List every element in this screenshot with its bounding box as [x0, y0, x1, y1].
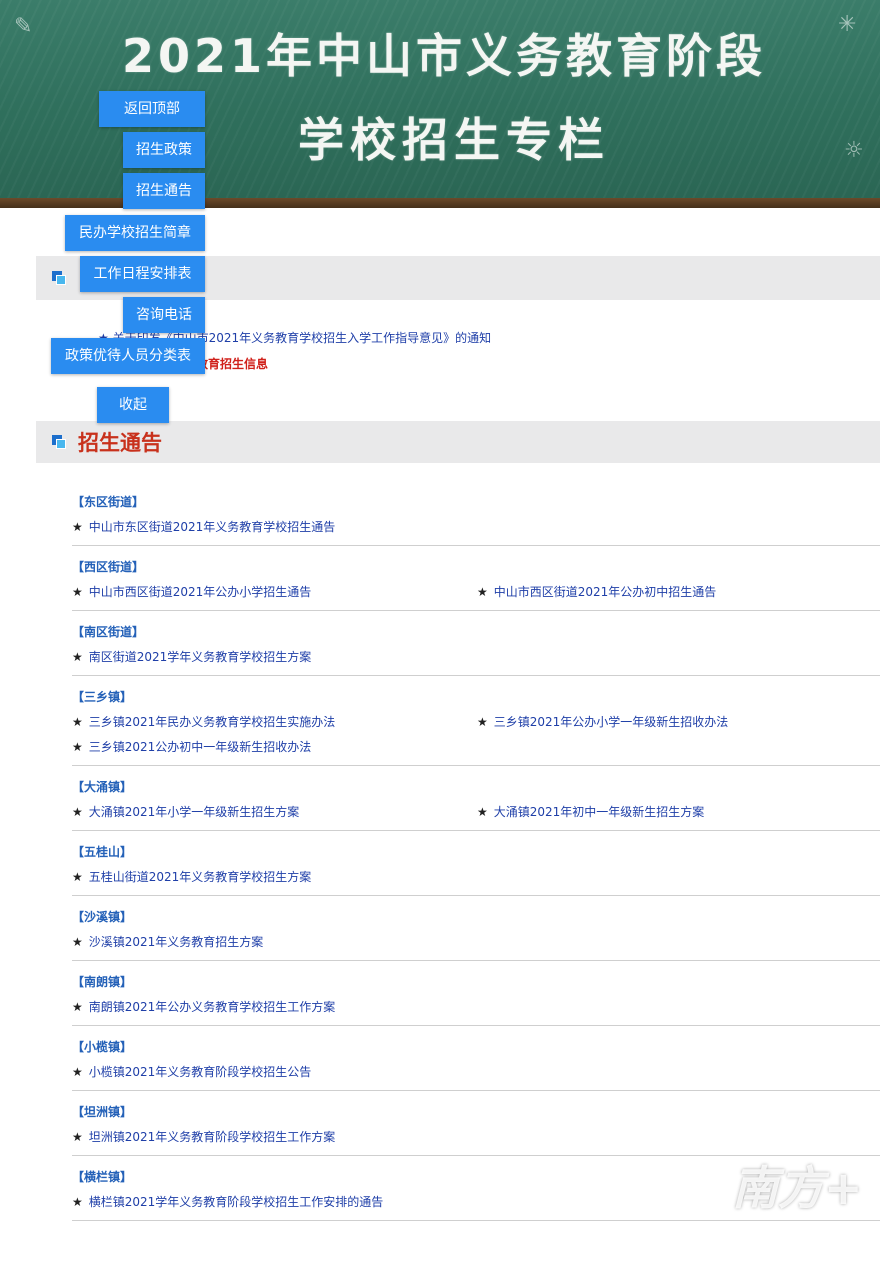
notice-group: 【坦洲镇】 ★ 坦洲镇2021年义务教育阶段学校招生工作方案 [72, 1103, 880, 1156]
notice-link[interactable]: ★ 三乡镇2021年民办义务教育学校招生实施办法 [72, 713, 335, 730]
notice-link[interactable]: ★ 三乡镇2021公办初中一年级新生招收办法 [72, 738, 311, 755]
nav-back-top-button[interactable]: 返回顶部 [99, 91, 205, 127]
star-icon: ★ [72, 520, 83, 534]
star-icon: ★ [477, 585, 488, 599]
star-icon: ★ [72, 650, 83, 664]
nav-private-school-button[interactable]: 民办学校招生简章 [65, 215, 205, 251]
policy-link-highlight[interactable]: 教育招生信息 [196, 355, 268, 372]
notice-link[interactable]: ★ 三乡镇2021年公办小学一年级新生招收办法 [477, 713, 728, 730]
star-icon: ★ [72, 805, 83, 819]
group-title: 【沙溪镇】 [72, 910, 133, 924]
star-icon: ★ [72, 870, 83, 884]
chalk-doodle-icon: ✳ [838, 12, 857, 37]
nav-collapse-button[interactable]: 收起 [97, 387, 169, 423]
group-title: 【西区街道】 [72, 560, 145, 574]
group-title: 【横栏镇】 [72, 1170, 133, 1184]
notice-group: 【西区街道】 ★ 中山市西区街道2021年公办小学招生通告 ★ 中山市西区街道202… [72, 558, 880, 611]
group-title: 【东区街道】 [72, 495, 145, 509]
notice-link[interactable]: ★ 小榄镇2021年义务教育阶段学校招生公告 [72, 1063, 311, 1080]
star-icon: ★ [477, 805, 488, 819]
star-icon: ★ [72, 1000, 83, 1014]
star-icon: ★ [72, 1065, 83, 1079]
notice-link[interactable]: ★ 中山市东区街道2021年义务教育学校招生通告 [72, 518, 335, 535]
notice-link[interactable]: ★ 南区街道2021学年义务教育学校招生方案 [72, 648, 311, 665]
star-icon: ★ [72, 715, 83, 729]
notice-section-title: 招生通告 [78, 431, 162, 455]
notice-link[interactable]: ★ 五桂山街道2021年义务教育学校招生方案 [72, 868, 311, 885]
notice-group: 【沙溪镇】 ★ 沙溪镇2021年义务教育招生方案 [72, 908, 880, 961]
star-icon: ★ [72, 935, 83, 949]
group-title: 【南区街道】 [72, 625, 145, 639]
nav-schedule-button[interactable]: 工作日程安排表 [80, 256, 205, 292]
section-square-icon [52, 435, 66, 449]
nav-preferential-button[interactable]: 政策优待人员分类表 [51, 338, 205, 374]
notice-link[interactable]: ★ 大涌镇2021年初中一年级新生招生方案 [477, 803, 704, 820]
notice-group: 【南朗镇】 ★ 南朗镇2021年公办义务教育学校招生工作方案 [72, 973, 880, 1026]
chalk-doodle-icon: ✎ [14, 14, 33, 39]
notice-link[interactable]: ★ 横栏镇2021学年义务教育阶段学校招生工作安排的通告 [72, 1193, 383, 1210]
notice-link[interactable]: ★ 坦洲镇2021年义务教育阶段学校招生工作方案 [72, 1128, 335, 1145]
banner-title-line1: 2021年中山市义务教育阶段 [122, 29, 767, 83]
notice-link[interactable]: ★ 中山市西区街道2021年公办初中招生通告 [477, 583, 716, 600]
notice-link[interactable]: ★ 大涌镇2021年小学一年级新生招生方案 [72, 803, 299, 820]
group-title: 【南朗镇】 [72, 975, 133, 989]
notice-group: 【大涌镇】 ★ 大涌镇2021年小学一年级新生招生方案 ★ 大涌镇2021年初中一年… [72, 778, 880, 831]
group-title: 【大涌镇】 [72, 780, 133, 794]
notice-group: 【三乡镇】 ★ 三乡镇2021年民办义务教育学校招生实施办法 ★ 三乡镇2021年公… [72, 688, 880, 766]
notice-group: 【南区街道】 ★ 南区街道2021学年义务教育学校招生方案 [72, 623, 880, 676]
notice-group: 【五桂山】 ★ 五桂山街道2021年义务教育学校招生方案 [72, 843, 880, 896]
notice-link[interactable]: ★ 沙溪镇2021年义务教育招生方案 [72, 933, 263, 950]
nanfang-logo-watermark: 南方+ [732, 1161, 863, 1215]
star-icon: ★ [477, 715, 488, 729]
star-icon: ★ [72, 585, 83, 599]
group-title: 【五桂山】 [72, 845, 133, 859]
star-icon: ★ [72, 740, 83, 754]
notice-group: 【小榄镇】 ★ 小榄镇2021年义务教育阶段学校招生公告 [72, 1038, 880, 1091]
banner-title-line2: 学校招生专栏 [298, 113, 610, 167]
nav-policy-button[interactable]: 招生政策 [123, 132, 205, 168]
notice-link[interactable]: ★ 南朗镇2021年公办义务教育学校招生工作方案 [72, 998, 335, 1015]
star-icon: ★ [72, 1130, 83, 1144]
section-square-icon [52, 271, 66, 285]
notice-group: 【东区街道】 ★ 中山市东区街道2021年义务教育学校招生通告 [72, 493, 880, 546]
group-title: 【三乡镇】 [72, 690, 133, 704]
group-title: 【坦洲镇】 [72, 1105, 133, 1119]
nav-notice-button[interactable]: 招生通告 [123, 173, 205, 209]
notice-link[interactable]: ★ 中山市西区街道2021年公办小学招生通告 [72, 583, 311, 600]
star-icon: ★ [72, 1195, 83, 1209]
group-title: 【小榄镇】 [72, 1040, 133, 1054]
lightbulb-doodle-icon: ☼ [844, 138, 864, 163]
notice-section-bar: 招生通告 [36, 421, 880, 463]
nav-hotline-button[interactable]: 咨询电话 [123, 297, 205, 333]
